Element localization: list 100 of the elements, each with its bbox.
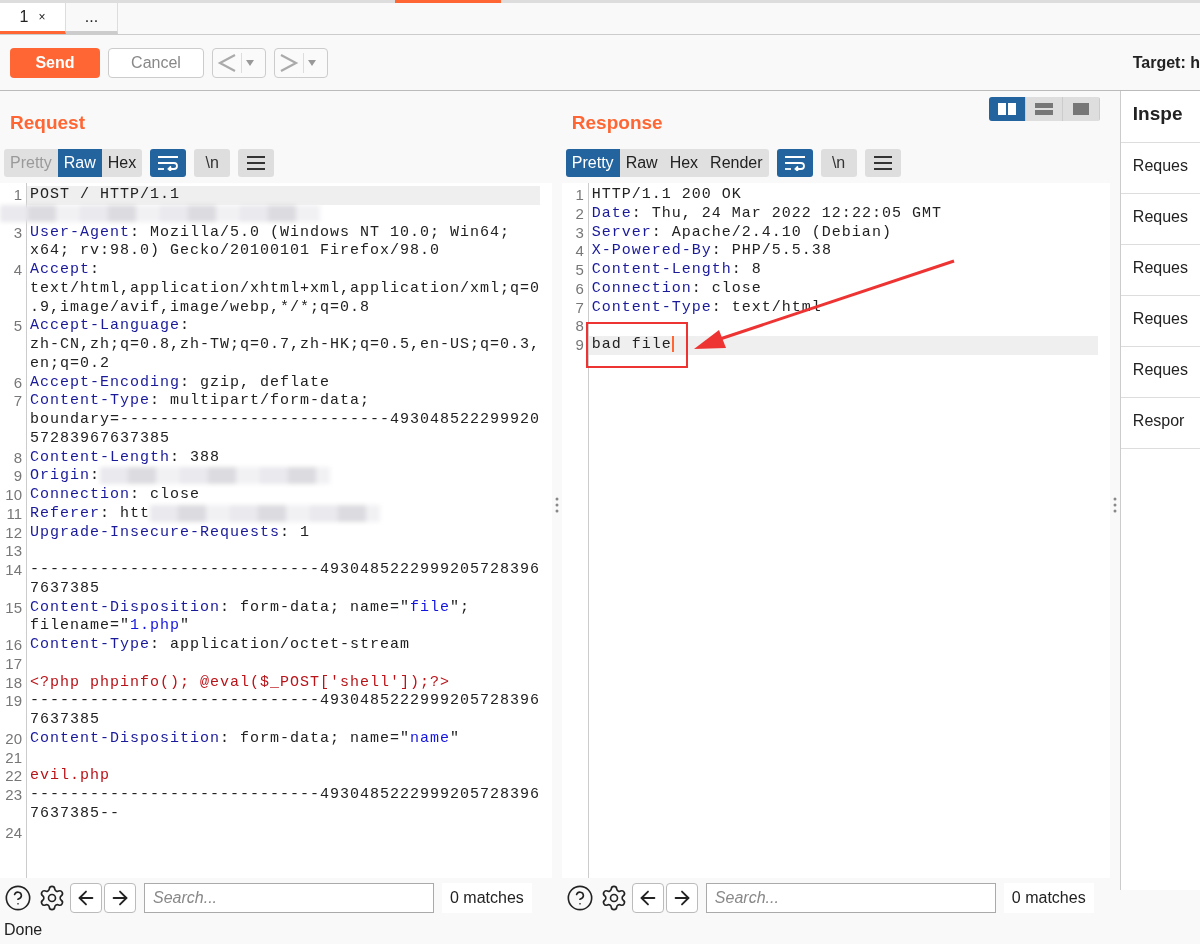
columns-icon bbox=[998, 103, 1017, 115]
code-line: 7637385 bbox=[29, 579, 101, 599]
line-number: 6 bbox=[574, 279, 585, 299]
panel-title: Request bbox=[10, 112, 85, 134]
wrap-icon bbox=[783, 155, 806, 171]
line-number: 7 bbox=[574, 298, 585, 318]
menu-icon bbox=[873, 156, 892, 170]
wrap-button[interactable] bbox=[150, 149, 187, 177]
menu-icon bbox=[247, 156, 266, 170]
menu-button[interactable] bbox=[238, 149, 275, 177]
code-line: -----------------------------4930485222999205728396 bbox=[29, 561, 541, 580]
line-number: 21 bbox=[4, 748, 23, 768]
code-line: 7637385 bbox=[29, 711, 101, 730]
code-line: boundary=---------------------------493048522299920 bbox=[29, 411, 541, 430]
code-line: en;q=0.2 bbox=[29, 354, 111, 374]
line-number: 22 bbox=[4, 767, 23, 786]
code-line: User-Agent: Mozilla/5.0 (Windows NT 10.0; Win64; bbox=[29, 223, 512, 243]
wrap-button[interactable] bbox=[776, 149, 813, 177]
line-number: 19 bbox=[4, 692, 23, 711]
view-tab[interactable]: Raw bbox=[619, 149, 664, 177]
line-number: 8 bbox=[574, 317, 585, 336]
tab[interactable]: ... bbox=[66, 3, 118, 34]
view-tab[interactable]: Pretty bbox=[565, 149, 620, 177]
previous-match-button[interactable] bbox=[631, 883, 664, 913]
code-line: filename="1.php" bbox=[29, 617, 192, 636]
inspector-item[interactable]: Reques bbox=[1120, 194, 1200, 245]
inspector-item[interactable]: Reques bbox=[1120, 143, 1200, 194]
code-line: zh-CN,zh;q=0.8,zh-TW;q=0.7,zh-HK;q=0.5,en-US;q=0.3, bbox=[29, 336, 541, 355]
next-match-button[interactable] bbox=[665, 883, 698, 913]
code-line: Origin: bbox=[27, 467, 541, 486]
line-number: 20 bbox=[4, 729, 23, 749]
line-number: 3 bbox=[574, 223, 585, 243]
line-number: 3 bbox=[12, 223, 23, 243]
inspector-title: Inspe bbox=[1120, 91, 1200, 143]
match-count: 0 matches bbox=[442, 883, 532, 913]
tab[interactable]: 1 × bbox=[0, 3, 66, 34]
next-match-button[interactable] bbox=[104, 883, 136, 913]
code-line: Content-Length: 8 bbox=[590, 261, 763, 280]
line-number: 4 bbox=[12, 261, 23, 280]
match-count: 0 matches bbox=[1003, 883, 1094, 913]
code-line: text/html,application/xhtml+xml,application/xml;q=0 bbox=[29, 279, 541, 299]
code-line: evil.php bbox=[29, 767, 111, 786]
line-number: 23 bbox=[4, 786, 23, 805]
code-line: Content-Type: multipart/form-data; bbox=[29, 392, 372, 411]
line-number: 4 bbox=[574, 242, 585, 261]
target-label: Target: h bbox=[1132, 53, 1200, 72]
cancel-button[interactable]: Cancel bbox=[108, 47, 204, 78]
panel-title: Response bbox=[571, 112, 663, 134]
code-line: Connection: close bbox=[590, 279, 763, 299]
view-tab[interactable]: Hex bbox=[101, 149, 143, 177]
line-number: 9 bbox=[574, 336, 585, 355]
inspector-item[interactable]: Reques bbox=[1120, 347, 1200, 398]
newline-button[interactable]: \n bbox=[194, 149, 231, 177]
layout-button[interactable] bbox=[989, 97, 1027, 121]
caret-icon bbox=[245, 58, 255, 67]
code-line: HTTP/1.1 200 OK bbox=[590, 186, 743, 205]
line-number: 5 bbox=[574, 261, 585, 280]
code-line: x64; rv:98.0) Gecko/20100101 Firefox/98.0 bbox=[29, 242, 442, 261]
view-tab[interactable]: Render bbox=[704, 149, 769, 177]
chevron-right-icon bbox=[278, 52, 300, 73]
line-number: 1 bbox=[12, 186, 23, 205]
line-number: 13 bbox=[4, 542, 23, 561]
code-line: Content-Disposition: form-data; name="file"; bbox=[29, 598, 472, 618]
code-line: Server: Apache/2.4.10 (Debian) bbox=[590, 223, 893, 243]
close-tab-button[interactable]: × bbox=[38, 10, 46, 24]
code-line: Content-Type: application/octet-stream bbox=[29, 636, 412, 655]
line-number: 24 bbox=[4, 823, 23, 843]
line-number: 2 bbox=[574, 204, 585, 224]
line-number: 18 bbox=[4, 673, 23, 693]
line-number: 8 bbox=[12, 448, 23, 468]
newline-button[interactable]: \n bbox=[820, 149, 857, 177]
inspector-item[interactable]: Respor bbox=[1120, 398, 1200, 449]
code-line: X-Powered-By: PHP/5.5.38 bbox=[590, 242, 833, 261]
splitter-handle[interactable] bbox=[1112, 496, 1117, 513]
code-line: Accept: bbox=[29, 261, 102, 280]
line-number: 6 bbox=[12, 373, 23, 393]
line-number: 16 bbox=[4, 636, 23, 655]
line-number: 5 bbox=[12, 317, 23, 336]
view-tab[interactable]: Hex bbox=[663, 149, 705, 177]
code-line: Referer: htt bbox=[27, 504, 541, 524]
line-number: 14 bbox=[4, 561, 23, 580]
previous-match-button[interactable] bbox=[70, 883, 102, 913]
inspector-item[interactable]: Reques bbox=[1120, 245, 1200, 296]
menu-button[interactable] bbox=[864, 149, 901, 177]
search-field[interactable]: Search... bbox=[705, 883, 996, 913]
view-tab[interactable]: Raw bbox=[57, 149, 102, 177]
line-number: 12 bbox=[4, 523, 23, 543]
rows-icon bbox=[1035, 103, 1054, 115]
code-line: -----------------------------4930485222999205728396 bbox=[29, 786, 541, 805]
line-number: 1 bbox=[574, 186, 585, 205]
code-line: Content-Length: 388 bbox=[29, 448, 222, 468]
code-line: -----------------------------4930485222999205728396 bbox=[29, 692, 541, 711]
line-number: 7 bbox=[12, 392, 23, 411]
code-line: Accept-Encoding: gzip, deflate bbox=[29, 373, 332, 393]
search-field[interactable]: Search... bbox=[144, 883, 434, 913]
code-line: Content-Disposition: form-data; name="name" bbox=[29, 729, 462, 749]
inspector-item[interactable]: Reques bbox=[1120, 296, 1200, 347]
splitter-handle[interactable] bbox=[554, 496, 559, 513]
code-line: Connection: close bbox=[29, 486, 202, 505]
line-number: 17 bbox=[4, 654, 23, 674]
